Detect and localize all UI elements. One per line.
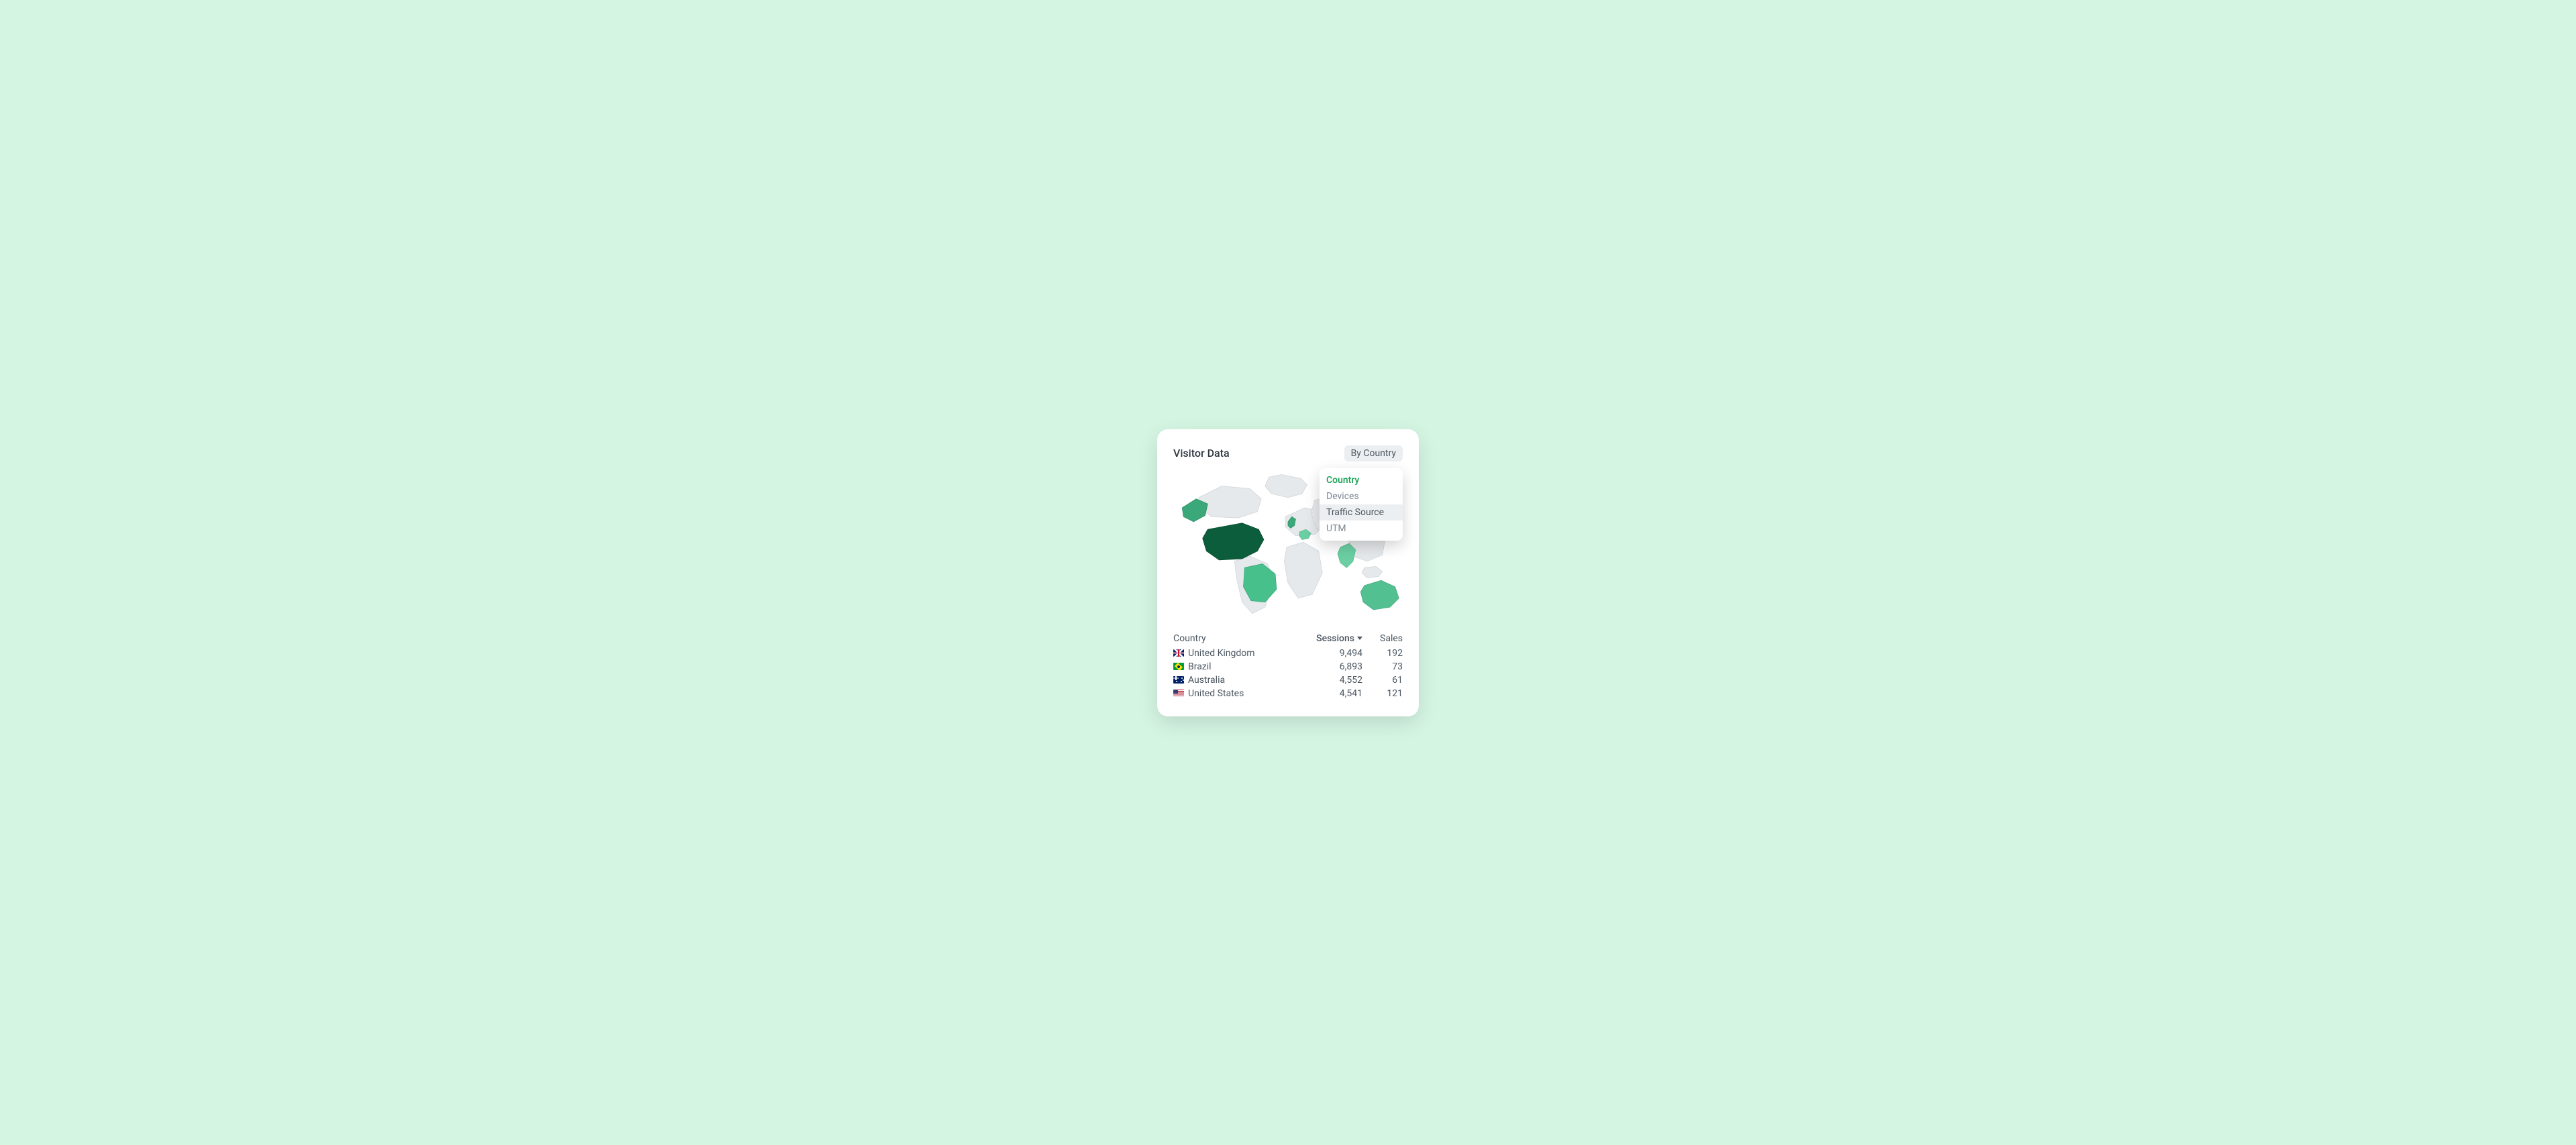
table-row: Brazil 6,893 73 <box>1173 660 1403 673</box>
column-header-sales[interactable]: Sales <box>1362 633 1403 644</box>
table-header-row: Country Sessions Sales <box>1173 632 1403 645</box>
cell-country: Brazil <box>1173 661 1302 672</box>
country-name: United States <box>1188 688 1244 699</box>
map-region-alaska <box>1182 498 1208 521</box>
column-header-sessions[interactable]: Sessions <box>1302 633 1362 644</box>
country-name: Australia <box>1188 675 1225 686</box>
flag-au-icon <box>1173 676 1184 684</box>
cell-sales: 192 <box>1362 648 1403 659</box>
card-title: Visitor Data <box>1173 447 1230 459</box>
filter-dropdown: Country Devices Traffic Source UTM <box>1320 468 1403 541</box>
dropdown-item-country[interactable]: Country <box>1320 472 1403 488</box>
column-header-sessions-label: Sessions <box>1316 633 1354 644</box>
cell-sessions: 4,541 <box>1302 688 1362 699</box>
cell-sessions: 9,494 <box>1302 648 1362 659</box>
dropdown-item-traffic-source[interactable]: Traffic Source <box>1320 504 1403 521</box>
dropdown-item-utm[interactable]: UTM <box>1320 521 1403 537</box>
table-row: United Kingdom 9,494 192 <box>1173 647 1403 660</box>
map-region-australia <box>1360 580 1399 610</box>
map-region-brazil <box>1244 563 1277 602</box>
cell-sessions: 6,893 <box>1302 661 1362 672</box>
flag-uk-icon <box>1173 649 1184 657</box>
cell-sessions: 4,552 <box>1302 675 1362 686</box>
flag-us-icon <box>1173 690 1184 697</box>
flag-br-icon <box>1173 663 1184 670</box>
visitor-data-card: Visitor Data By Country Country Devices … <box>1157 429 1419 716</box>
visitor-table: Country Sessions Sales United Kingdom 9,… <box>1173 632 1403 700</box>
cell-country: United Kingdom <box>1173 648 1302 659</box>
cell-country: Australia <box>1173 675 1302 686</box>
cell-sales: 73 <box>1362 661 1403 672</box>
dropdown-item-devices[interactable]: Devices <box>1320 488 1403 504</box>
country-name: United Kingdom <box>1188 648 1255 659</box>
filter-by-country-button[interactable]: By Country <box>1344 445 1403 461</box>
table-row: Australia 4,552 61 <box>1173 673 1403 687</box>
card-header: Visitor Data By Country <box>1173 445 1403 461</box>
sort-desc-icon <box>1357 637 1362 640</box>
cell-sales: 121 <box>1362 688 1403 699</box>
map-region-usa <box>1203 523 1264 559</box>
cell-sales: 61 <box>1362 675 1403 686</box>
table-row: United States 4,541 121 <box>1173 687 1403 700</box>
cell-country: United States <box>1173 688 1302 699</box>
column-header-country[interactable]: Country <box>1173 633 1302 644</box>
country-name: Brazil <box>1188 661 1212 672</box>
map-region-india <box>1338 543 1356 567</box>
